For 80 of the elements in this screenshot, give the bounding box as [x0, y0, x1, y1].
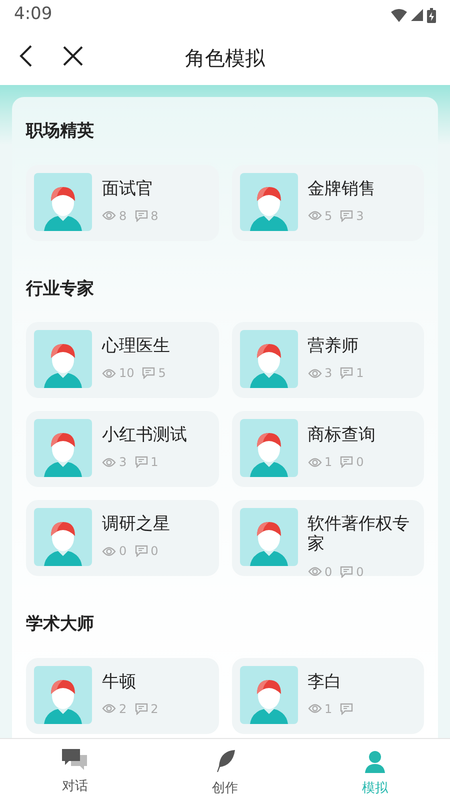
- views-count: 8: [119, 208, 127, 225]
- page-title: 角色模拟: [185, 44, 265, 72]
- role-name: 金牌销售: [308, 178, 376, 199]
- views-icon: [308, 368, 322, 379]
- avatar-icon: [34, 508, 92, 566]
- comments-icon: [134, 702, 148, 715]
- section-title: 职场精英: [26, 120, 95, 143]
- views-icon: [308, 456, 322, 468]
- avatar-icon: [34, 330, 92, 388]
- comments-icon: [134, 210, 148, 222]
- role-name: 面试官: [102, 178, 154, 199]
- comments-icon: [340, 702, 354, 715]
- role-icon: [363, 749, 387, 773]
- views-icon: [102, 210, 116, 222]
- views-count: 1: [324, 454, 332, 472]
- views-icon: [308, 703, 322, 714]
- views-count: 2: [119, 700, 127, 718]
- avatar-icon: [240, 666, 298, 724]
- role-name: 李白: [308, 672, 342, 692]
- comments-icon: [340, 456, 354, 468]
- avatar-icon: [34, 666, 92, 724]
- role-name: 心理医生: [102, 336, 170, 356]
- views-count: 10: [119, 365, 134, 382]
- role-name: 调研之星: [102, 514, 170, 534]
- views-icon: [308, 566, 322, 578]
- role-card[interactable]: 商标查询 1 0: [232, 411, 424, 487]
- views-icon: [102, 456, 116, 468]
- comments-count: 0: [356, 454, 364, 472]
- battery-icon: [427, 8, 436, 22]
- avatar-icon: [34, 419, 92, 477]
- section-title: 行业专家: [26, 278, 95, 300]
- comments-count: 2: [150, 700, 158, 718]
- role-card[interactable]: 营养师 3 1: [232, 322, 424, 398]
- comments-count: 8: [150, 208, 158, 225]
- role-card[interactable]: 软件著作权专家 0 0: [232, 500, 424, 576]
- views-count: 3: [324, 365, 332, 382]
- tab[interactable]: 创作: [150, 739, 300, 800]
- comments-icon: [340, 566, 354, 578]
- comments-count: 1: [356, 365, 364, 382]
- role-card[interactable]: 小红书测试 3 1: [26, 411, 218, 487]
- comments-icon: [142, 367, 156, 380]
- role-name: 牛顿: [102, 672, 137, 692]
- comments-count: 0: [150, 543, 158, 560]
- comments-count: 5: [158, 365, 166, 382]
- tab[interactable]: 对话: [0, 739, 150, 800]
- views-icon: [102, 703, 116, 714]
- role-card[interactable]: 面试官 8 8: [26, 164, 218, 240]
- comments-icon: [340, 367, 354, 380]
- views-count: 3: [119, 454, 127, 472]
- comments-count: 1: [150, 454, 158, 472]
- avatar-icon: [240, 172, 298, 230]
- views-icon: [102, 546, 116, 557]
- chat-icon: [62, 749, 88, 771]
- role-name: 营养师: [308, 336, 360, 356]
- avatar-icon: [240, 330, 298, 388]
- status-time: 4:09: [14, 3, 52, 26]
- role-card[interactable]: 调研之星 0 0: [26, 500, 218, 576]
- views-count: 1: [324, 700, 332, 718]
- role-card[interactable]: 心理医生 10 5: [26, 322, 218, 398]
- role-name: 小红书测试: [102, 425, 187, 446]
- wifi-icon: [391, 8, 407, 22]
- role-name: 软件著作权专家: [308, 514, 410, 555]
- role-card[interactable]: 牛顿 2 2: [26, 658, 218, 734]
- signal-icon: [411, 9, 423, 21]
- role-card[interactable]: 金牌销售 5 3: [232, 164, 424, 240]
- role-card[interactable]: 李白 1: [232, 658, 424, 734]
- comments-icon: [134, 545, 148, 558]
- avatar-icon: [240, 508, 298, 566]
- views-count: 0: [119, 543, 127, 560]
- section-title: 学术大师: [26, 613, 95, 636]
- comments-count: 3: [356, 208, 364, 225]
- comments-icon: [134, 456, 148, 468]
- views-count: 5: [324, 208, 332, 225]
- views-icon: [102, 368, 116, 379]
- comments-icon: [340, 210, 354, 222]
- feather-icon: [214, 749, 236, 773]
- role-name: 商标查询: [308, 425, 376, 446]
- avatar-icon: [34, 172, 92, 230]
- avatar-icon: [240, 419, 298, 477]
- views-icon: [308, 210, 322, 222]
